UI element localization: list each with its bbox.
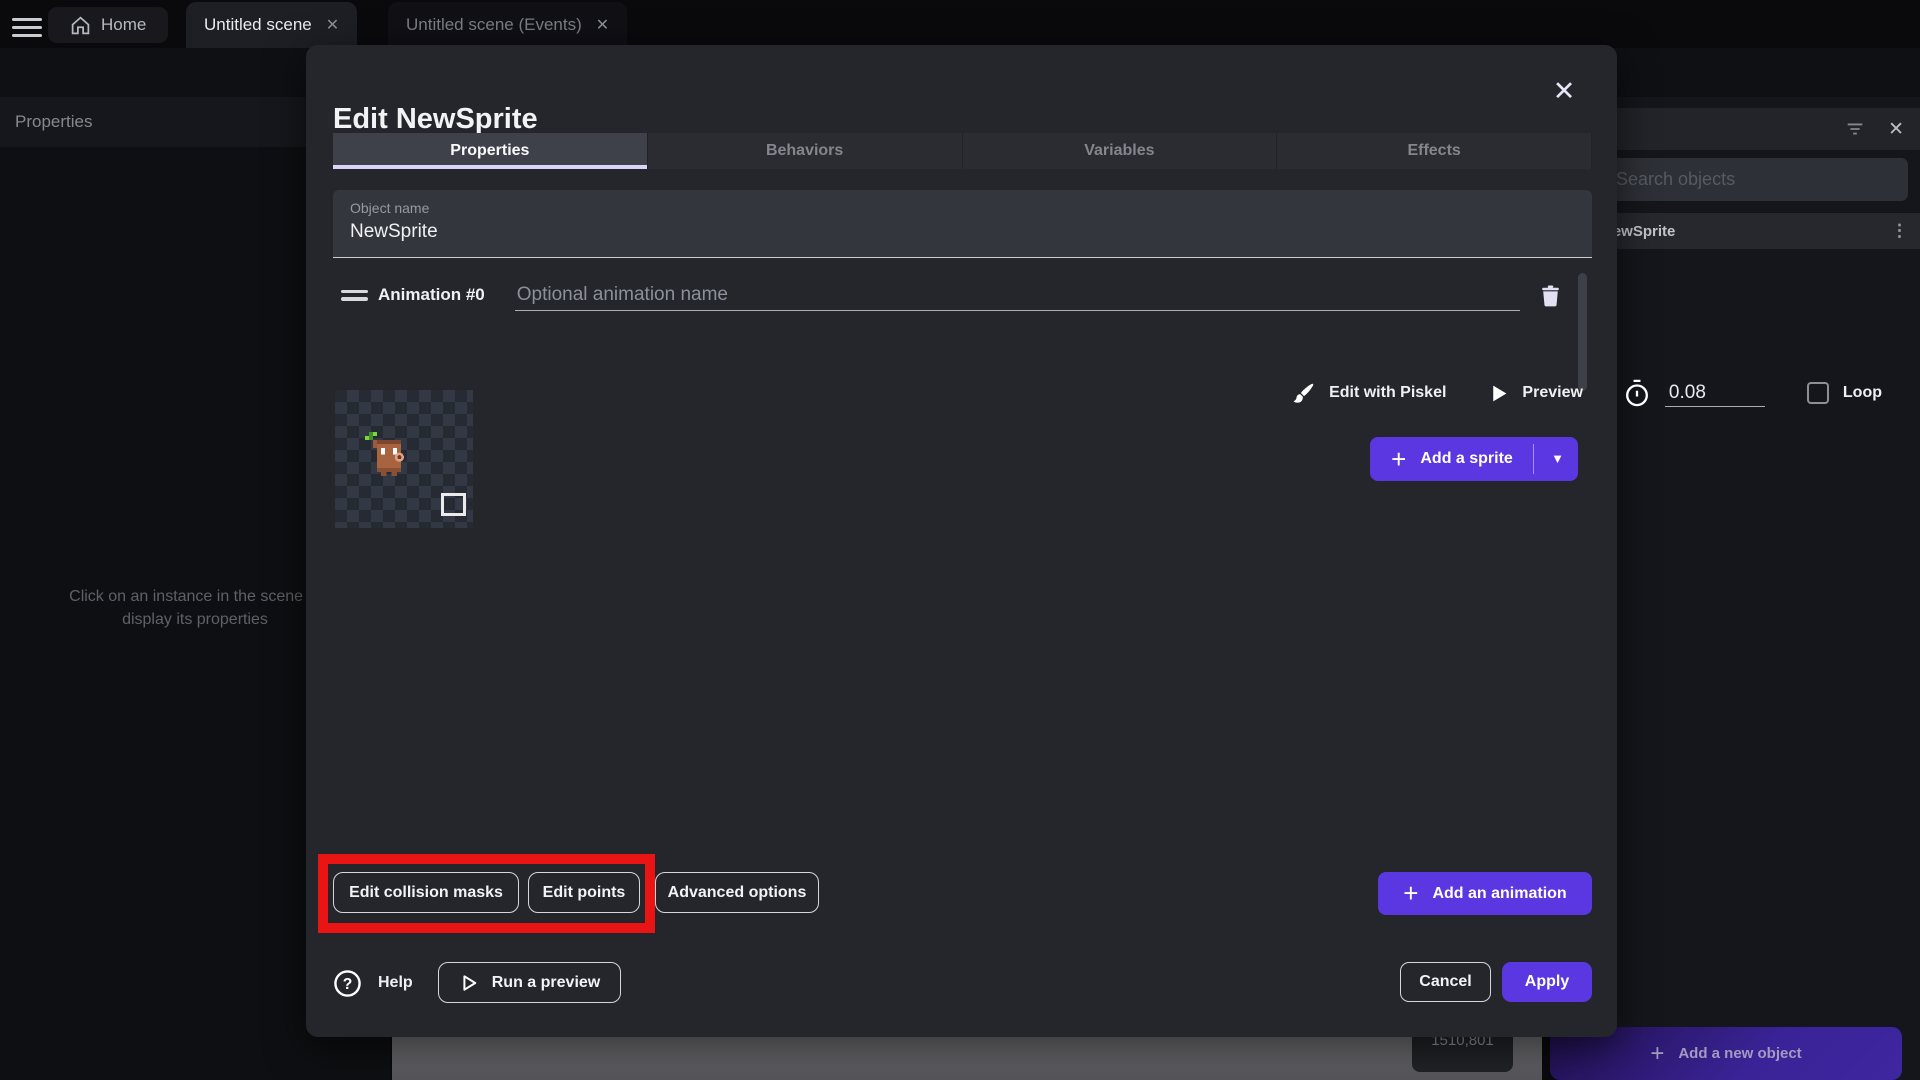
run-preview-button[interactable]: Run a preview <box>438 962 621 1003</box>
help-label: Help <box>378 974 413 991</box>
play-outline-icon <box>463 974 476 991</box>
tab-untitled-scene[interactable]: Untitled scene ✕ <box>186 2 358 48</box>
tab-effects[interactable]: Effects <box>1277 133 1592 169</box>
apply-button[interactable]: Apply <box>1502 962 1592 1002</box>
add-animation-button[interactable]: + Add an animation <box>1378 872 1592 915</box>
svg-text:?: ? <box>343 975 353 992</box>
animation-tools-row: Edit with Piskel Preview Loop <box>946 375 1882 411</box>
plus-icon: + <box>1403 878 1419 908</box>
tab-variables[interactable]: Variables <box>962 133 1278 169</box>
tab-label: Untitled scene <box>204 15 312 34</box>
help-button[interactable]: ? Help <box>333 962 413 1004</box>
tab-home[interactable]: Home <box>48 7 169 43</box>
paintbrush-icon <box>1293 383 1314 403</box>
tab-properties[interactable]: Properties <box>333 133 648 169</box>
object-list-item-newsprite[interactable]: NewSprite ⋮ <box>1596 213 1920 249</box>
dialog-close-icon[interactable]: ✕ <box>1544 71 1584 111</box>
dialog-scrollbar[interactable] <box>1578 273 1587 391</box>
sprite-frame-thumbnail[interactable] <box>335 390 473 528</box>
edit-points-button[interactable]: Edit points <box>528 872 640 913</box>
hamburger-menu-icon[interactable] <box>12 13 42 37</box>
add-sprite-button[interactable]: + Add a sprite ▼ <box>1370 437 1578 481</box>
add-sprite-label: Add a sprite <box>1420 450 1513 467</box>
preview-button[interactable]: Preview <box>1488 382 1583 405</box>
top-tab-bar: Home Untitled scene ✕ Untitled scene (Ev… <box>0 0 1920 48</box>
edit-collision-masks-button[interactable]: Edit collision masks <box>333 872 519 913</box>
time-between-frames-input[interactable] <box>1664 379 1765 407</box>
loop-label: Loop <box>1842 384 1882 401</box>
tab-home-label: Home <box>101 15 147 34</box>
object-name-label: Object name <box>350 200 430 216</box>
loop-checkbox[interactable] <box>1806 382 1829 404</box>
dialog-tabs: Properties Behaviors Variables Effects <box>333 133 1592 169</box>
tab-untitled-scene-events[interactable]: Untitled scene (Events) ✕ <box>388 2 628 48</box>
tab-behaviors[interactable]: Behaviors <box>647 133 963 169</box>
edit-with-piskel-button[interactable]: Edit with Piskel <box>1291 381 1446 406</box>
filter-icon[interactable] <box>1844 118 1866 140</box>
animation-row: Animation #0 <box>333 273 1592 317</box>
animation-name-input[interactable] <box>514 279 1520 311</box>
object-menu-icon[interactable]: ⋮ <box>1891 221 1908 241</box>
dialog-title: Edit NewSprite <box>333 103 538 135</box>
search-objects-input[interactable] <box>1602 158 1908 201</box>
cancel-button[interactable]: Cancel <box>1400 962 1491 1002</box>
frame-select-checkbox[interactable] <box>441 493 466 516</box>
timer-icon <box>1625 379 1648 407</box>
animation-label: Animation #0 <box>378 285 485 304</box>
plus-icon: + <box>1650 1039 1665 1067</box>
properties-panel-title: Properties <box>15 112 93 131</box>
edit-sprite-dialog: Edit NewSprite ✕ Properties Behaviors Va… <box>306 45 1882 1037</box>
close-panel-icon[interactable]: ✕ <box>1888 118 1904 141</box>
add-new-object-label: Add a new object <box>1678 1045 1802 1062</box>
add-animation-label: Add an animation <box>1432 884 1567 902</box>
delete-animation-icon[interactable] <box>1538 282 1563 309</box>
sprite-pig-image <box>365 432 404 476</box>
chevron-down-icon[interactable]: ▼ <box>1551 451 1564 466</box>
drag-handle-icon[interactable] <box>341 286 368 305</box>
plus-icon: + <box>1391 443 1407 474</box>
objects-panel-header: ✕ <box>1596 108 1920 150</box>
button-divider <box>1533 444 1534 474</box>
help-icon: ? <box>334 969 361 997</box>
object-name-field[interactable]: Object name <box>333 190 1592 258</box>
play-icon <box>1493 385 1507 401</box>
advanced-options-button[interactable]: Advanced options <box>655 872 819 913</box>
close-tab-icon[interactable]: ✕ <box>596 15 609 35</box>
object-name-input[interactable] <box>350 221 1575 243</box>
home-icon <box>71 15 90 34</box>
close-tab-icon[interactable]: ✕ <box>326 15 339 35</box>
tab-label: Untitled scene (Events) <box>406 15 582 34</box>
